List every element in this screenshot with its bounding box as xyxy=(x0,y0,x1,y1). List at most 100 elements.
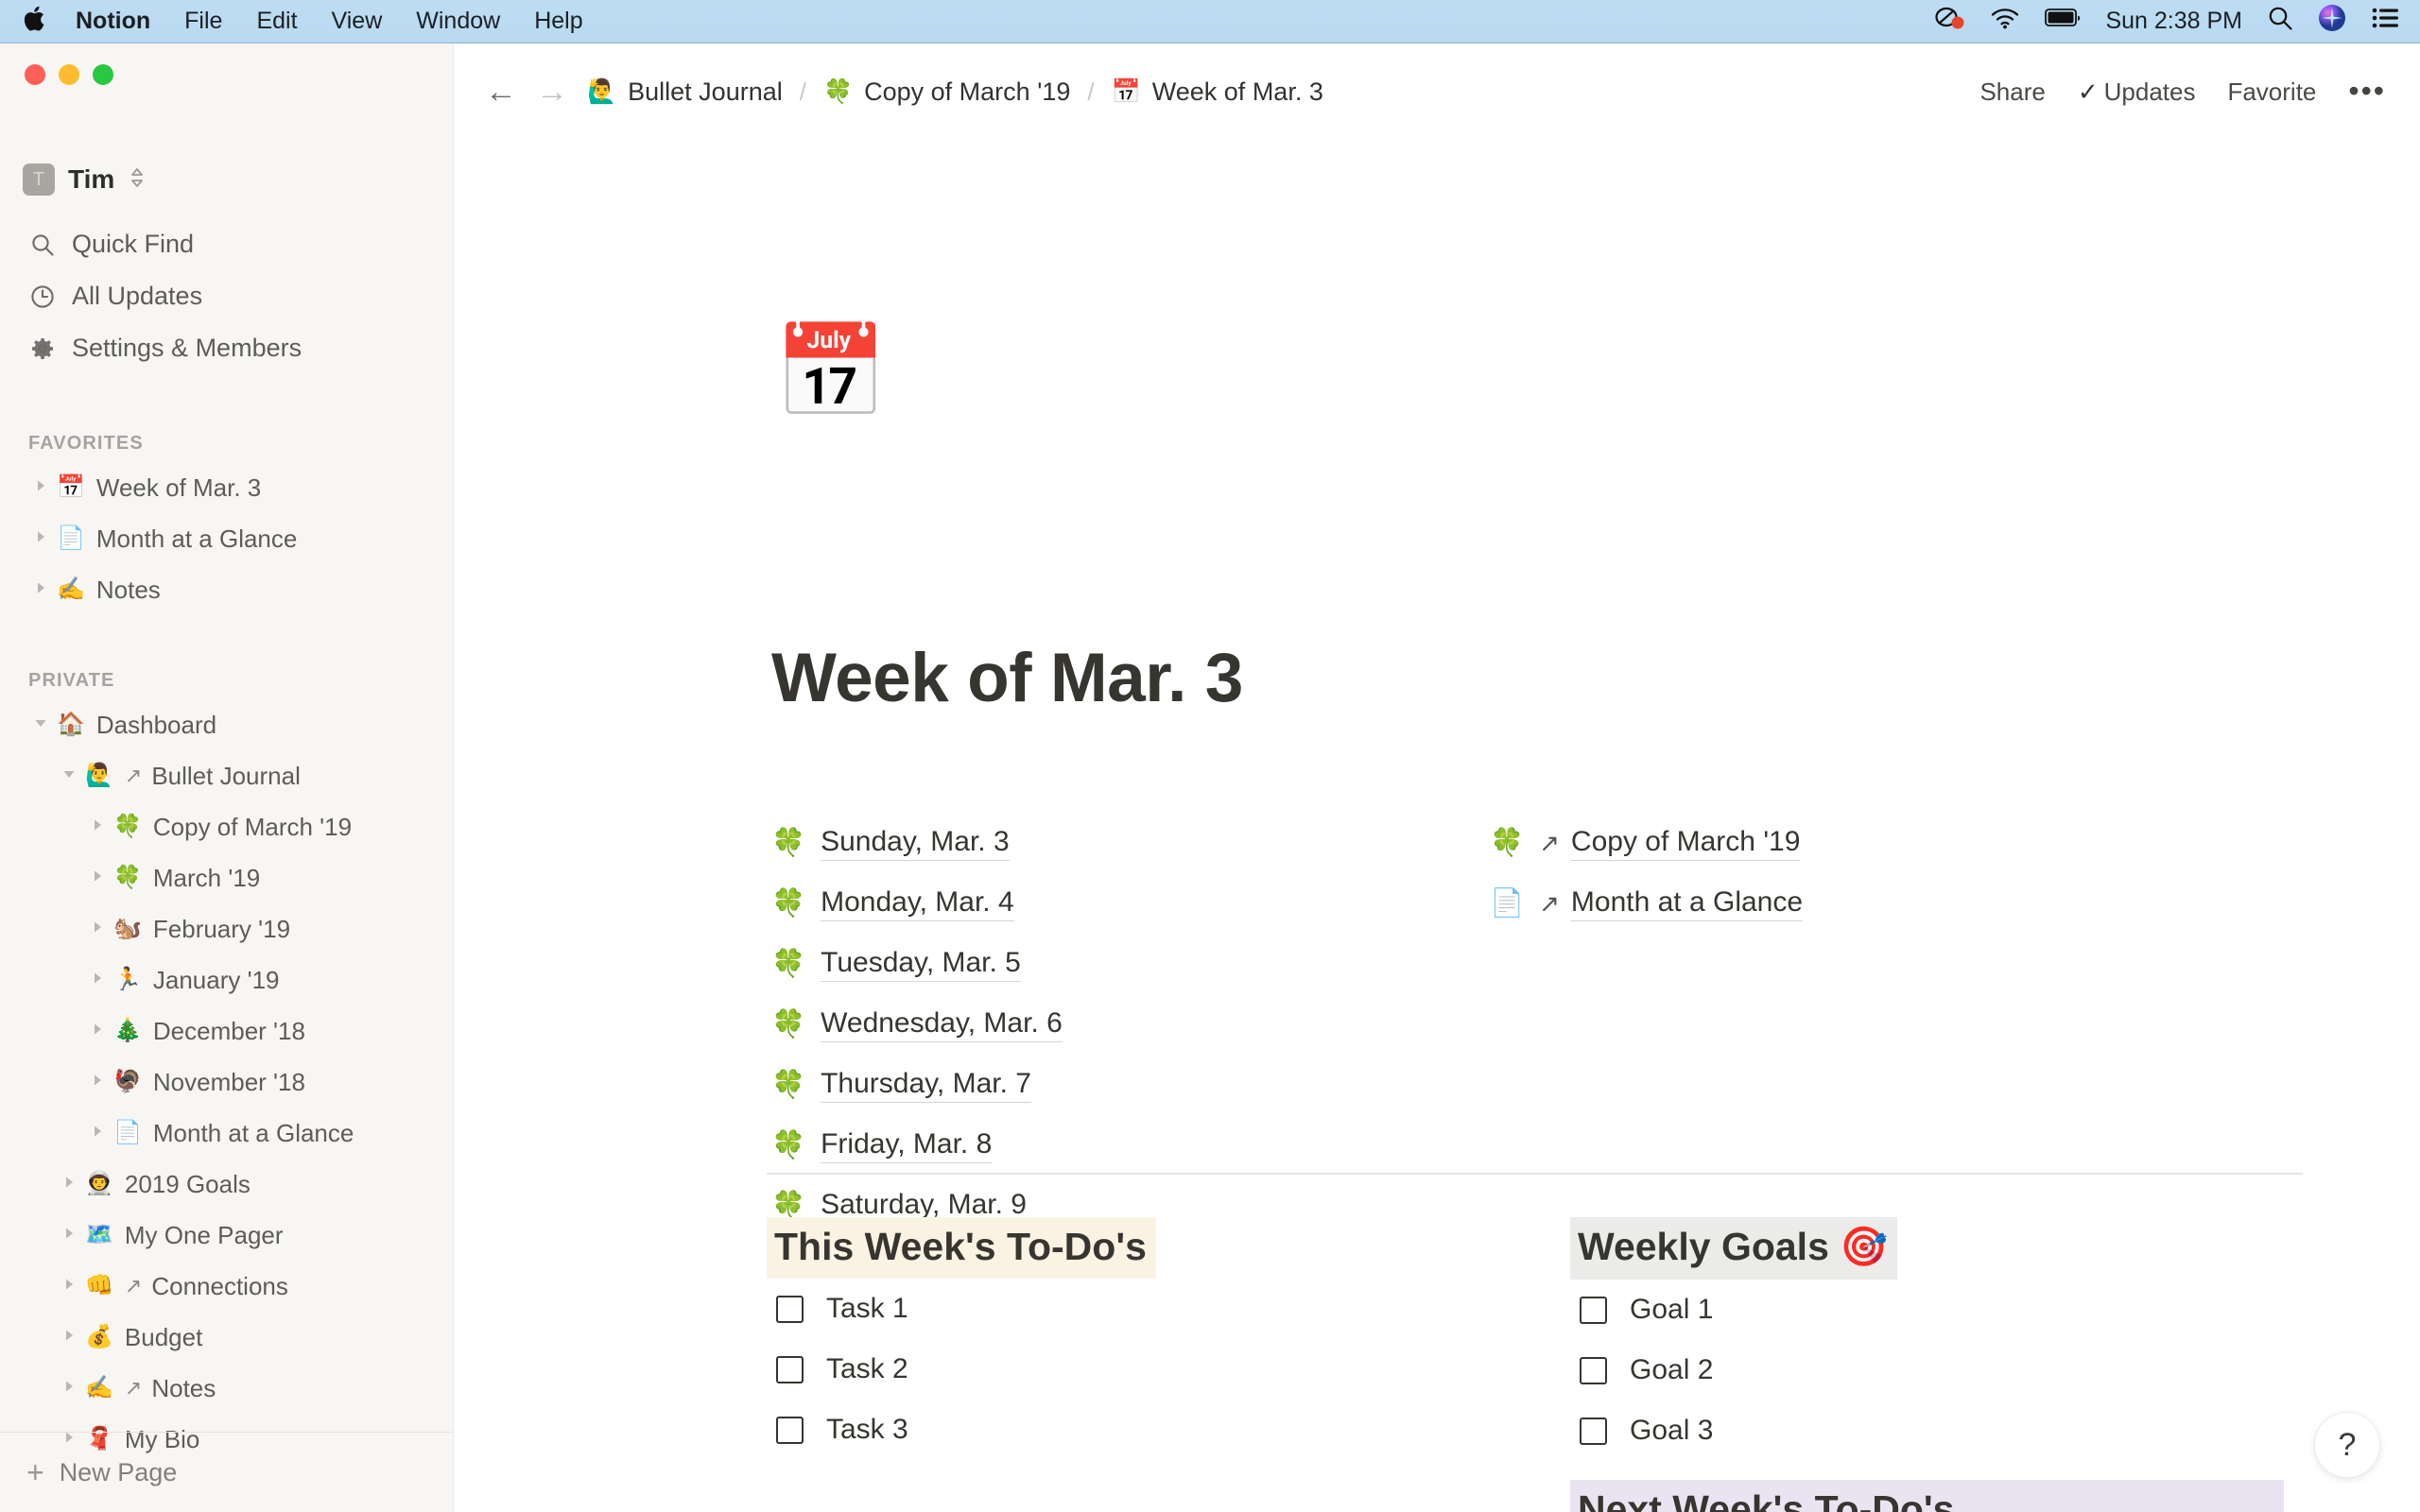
chevron-right-icon[interactable] xyxy=(25,580,57,600)
day-page-link-label: Sunday, Mar. 3 xyxy=(821,826,1010,861)
sidebar-item-label: Settings & Members xyxy=(72,334,302,362)
sidebar-page-item[interactable]: 🦃 November '18 xyxy=(0,1057,454,1108)
day-page-link[interactable]: 🍀 Tuesday, Mar. 5 xyxy=(771,934,1490,994)
apple-menu-icon[interactable] xyxy=(24,6,47,37)
wifi-icon[interactable] xyxy=(1990,7,2020,36)
menubar-clock[interactable]: Sun 2:38 PM xyxy=(2105,8,2242,35)
sidebar-page-item[interactable]: 📅 Week of Mar. 3 xyxy=(0,462,454,513)
goal-item[interactable]: Goal 3 xyxy=(1570,1400,2284,1461)
sidebar-page-item[interactable]: 🍀 March '19 xyxy=(0,852,454,903)
block-heading[interactable]: Next Week's To-Do's xyxy=(1570,1480,2284,1512)
sidebar-page-item[interactable]: 🍀 Copy of March '19 xyxy=(0,801,454,852)
breadcrumb-item[interactable]: 🍀 Copy of March '19 xyxy=(823,77,1070,107)
checkbox[interactable] xyxy=(776,1295,804,1323)
new-page-button[interactable]: + New Page xyxy=(0,1446,454,1499)
menu-item-edit[interactable]: Edit xyxy=(256,8,297,35)
chevron-right-icon[interactable] xyxy=(81,1022,113,1041)
breadcrumb: 🙋‍♂️ Bullet Journal / 🍀 Copy of March '19 / 📅 W… xyxy=(587,77,1323,107)
sidebar-page-item[interactable]: 🏃 January '19 xyxy=(0,954,454,1005)
chevron-right-icon[interactable] xyxy=(81,817,113,837)
chevron-right-icon[interactable] xyxy=(53,1226,85,1246)
sidebar-page-item[interactable]: 🎄 December '18 xyxy=(0,1005,454,1057)
minimize-window-button[interactable] xyxy=(59,64,79,85)
control-center-icon[interactable] xyxy=(2371,7,2399,36)
siri-icon[interactable] xyxy=(2318,4,2346,39)
chevron-down-icon[interactable] xyxy=(25,715,57,735)
todo-item[interactable]: Task 1 xyxy=(767,1279,1480,1339)
reference-page-link[interactable]: 📄 ↗ Month at a Glance xyxy=(1490,873,2208,934)
chevron-right-icon[interactable] xyxy=(53,1277,85,1297)
sidebar-page-item[interactable]: 🐿️ February '19 xyxy=(0,903,454,954)
checkbox[interactable] xyxy=(1580,1356,1607,1384)
page-emoji-icon: ✍️ xyxy=(85,1375,113,1400)
breadcrumb-emoji-icon: 🍀 xyxy=(822,77,854,105)
breadcrumb-item[interactable]: 🙋‍♂️ Bullet Journal xyxy=(587,77,783,107)
back-button[interactable]: ← xyxy=(485,76,517,108)
checkbox-label: Task 3 xyxy=(826,1414,908,1445)
todo-item[interactable]: Task 3 xyxy=(767,1400,1480,1460)
sidebar-page-item[interactable]: ✍️ ↗ Notes xyxy=(0,1363,454,1414)
checkbox[interactable] xyxy=(1580,1296,1607,1324)
menu-item-help[interactable]: Help xyxy=(534,8,582,35)
maximize-window-button[interactable] xyxy=(93,64,113,85)
sidebar-page-item[interactable]: 🗺️ My One Pager xyxy=(0,1210,454,1261)
chevron-down-icon[interactable] xyxy=(53,766,85,786)
share-button[interactable]: Share xyxy=(1979,77,2045,107)
breadcrumb-separator: / xyxy=(1087,77,1095,106)
help-button[interactable]: ? xyxy=(2314,1412,2380,1478)
day-page-link[interactable]: 🍀 Monday, Mar. 4 xyxy=(771,873,1490,934)
more-options-icon[interactable]: ••• xyxy=(2348,76,2386,106)
page-icon[interactable]: 📅 xyxy=(774,327,888,418)
goal-item[interactable]: Goal 1 xyxy=(1570,1280,2284,1340)
menu-item-view[interactable]: View xyxy=(332,8,383,35)
menu-item-notion[interactable]: Notion xyxy=(76,8,150,35)
sidebar-page-item[interactable]: ✍️ Notes xyxy=(0,564,454,615)
sidebar-page-item[interactable]: 📄 Month at a Glance xyxy=(0,513,454,564)
close-window-button[interactable] xyxy=(25,64,45,85)
chevron-right-icon[interactable] xyxy=(81,919,113,939)
sidebar-page-item[interactable]: 👊 ↗ Connections xyxy=(0,1261,454,1312)
spotlight-search-icon[interactable] xyxy=(2267,5,2293,38)
page-title[interactable]: Week of Mar. 3 xyxy=(771,639,1243,717)
sidebar-item-label: November '18 xyxy=(152,1067,305,1096)
sidebar-page-item[interactable]: 💰 Budget xyxy=(0,1312,454,1363)
menu-item-window[interactable]: Window xyxy=(416,8,500,35)
sidebar-page-item[interactable]: 🙋‍♂️ ↗ Bullet Journal xyxy=(0,750,454,801)
screen-recording-icon[interactable] xyxy=(1933,6,1965,37)
chevron-right-icon[interactable] xyxy=(81,1073,113,1092)
chevron-right-icon[interactable] xyxy=(81,1124,113,1143)
battery-icon[interactable] xyxy=(2045,8,2081,35)
sidebar-item-quick-find[interactable]: Quick Find xyxy=(0,218,454,270)
block-heading[interactable]: This Week's To-Do's xyxy=(767,1217,1156,1279)
day-page-link[interactable]: 🍀 Wednesday, Mar. 6 xyxy=(771,994,1490,1055)
breadcrumb-separator: / xyxy=(799,77,806,106)
sidebar-page-item[interactable]: 🏠 Dashboard xyxy=(0,699,454,750)
updates-button[interactable]: ✓ Updates xyxy=(2078,77,2196,107)
chevron-right-icon[interactable] xyxy=(53,1328,85,1348)
reference-page-link[interactable]: 🍀 ↗ Copy of March '19 xyxy=(1490,813,2208,873)
sidebar-item-settings-members[interactable]: Settings & Members xyxy=(0,322,454,374)
sidebar-page-item[interactable]: 👨‍🚀 2019 Goals xyxy=(0,1159,454,1210)
sidebar-item-all-updates[interactable]: All Updates xyxy=(0,270,454,322)
day-page-link[interactable]: 🍀 Sunday, Mar. 3 xyxy=(771,813,1490,873)
menu-item-file[interactable]: File xyxy=(184,8,222,35)
goal-item[interactable]: Goal 2 xyxy=(1570,1340,2284,1400)
checkbox[interactable] xyxy=(776,1416,804,1444)
chevron-right-icon[interactable] xyxy=(81,971,113,990)
chevron-right-icon[interactable] xyxy=(81,868,113,888)
chevron-right-icon[interactable] xyxy=(53,1175,85,1194)
checkbox[interactable] xyxy=(1580,1417,1607,1445)
chevron-right-icon[interactable] xyxy=(53,1379,85,1399)
forward-button[interactable]: → xyxy=(536,76,568,108)
chevron-right-icon[interactable] xyxy=(25,478,57,498)
favorite-button[interactable]: Favorite xyxy=(2227,77,2316,107)
sidebar-page-item[interactable]: 📄 Month at a Glance xyxy=(0,1108,454,1159)
day-page-link[interactable]: 🍀 Thursday, Mar. 7 xyxy=(771,1055,1490,1115)
chevron-right-icon[interactable] xyxy=(25,529,57,549)
day-page-link[interactable]: 🍀 Friday, Mar. 8 xyxy=(771,1115,1490,1176)
workspace-switcher[interactable]: T Tim xyxy=(23,163,145,196)
breadcrumb-item[interactable]: 📅 Week of Mar. 3 xyxy=(1112,77,1323,107)
checkbox[interactable] xyxy=(776,1355,804,1383)
todo-item[interactable]: Task 2 xyxy=(767,1339,1480,1400)
block-heading[interactable]: Weekly Goals 🎯 xyxy=(1570,1217,1898,1280)
